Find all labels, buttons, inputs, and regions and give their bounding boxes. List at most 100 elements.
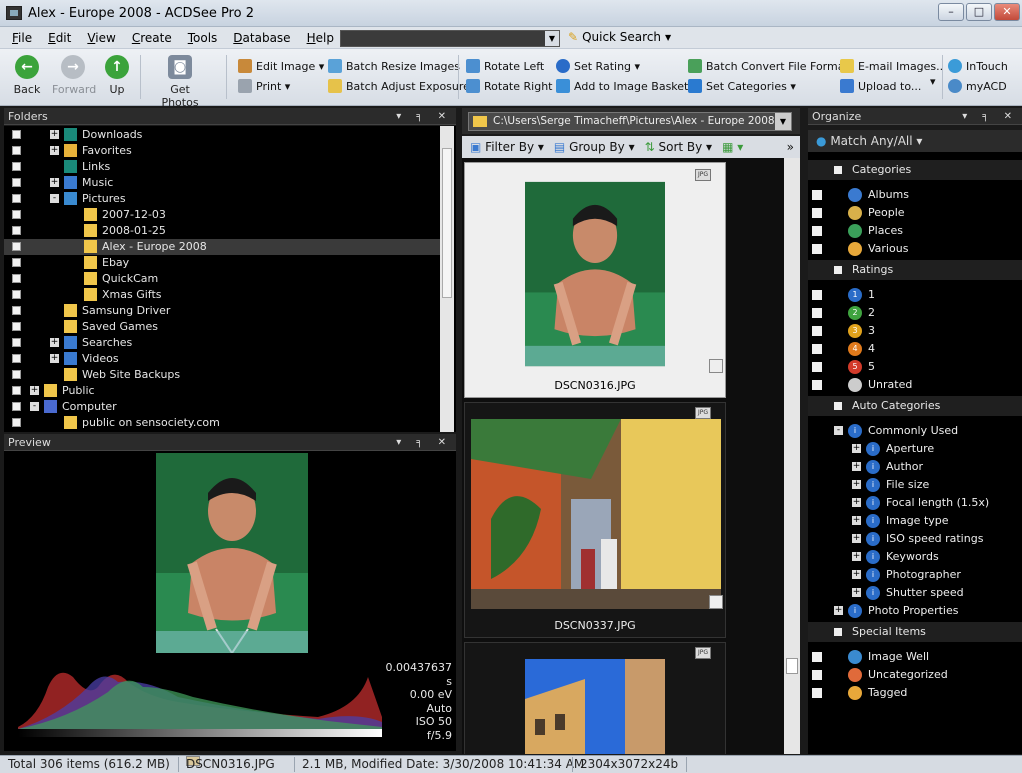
- chevron-down-icon[interactable]: ▼: [775, 113, 791, 130]
- rating-item[interactable]: 55: [808, 358, 1022, 376]
- folder-tree-item[interactable]: + Videos: [4, 351, 442, 367]
- expand-icon[interactable]: +: [852, 570, 861, 579]
- forward-button[interactable]: → Forward: [52, 55, 96, 96]
- rating-item[interactable]: 33: [808, 322, 1022, 340]
- folder-tree-item[interactable]: + Favorites: [4, 143, 442, 159]
- collapse-icon[interactable]: [834, 628, 842, 636]
- scroll-thumb[interactable]: [786, 658, 798, 674]
- upload-button[interactable]: Upload to...: [840, 79, 921, 93]
- folder-checkbox[interactable]: [12, 178, 21, 187]
- folder-checkbox[interactable]: [12, 306, 21, 315]
- folder-checkbox[interactable]: [12, 402, 21, 411]
- rating-item[interactable]: 22: [808, 304, 1022, 322]
- more-options-icon[interactable]: »: [787, 140, 794, 154]
- folder-checkbox[interactable]: [12, 418, 21, 427]
- expand-icon[interactable]: +: [50, 338, 59, 347]
- menu-tools[interactable]: Tools: [188, 31, 218, 45]
- auto-category-item[interactable]: + i File size: [808, 476, 1022, 494]
- item-checkbox[interactable]: [812, 344, 822, 354]
- auto-category-item[interactable]: + i Image type: [808, 512, 1022, 530]
- folder-tree-item[interactable]: Ebay: [4, 255, 442, 271]
- item-checkbox[interactable]: [812, 244, 822, 254]
- folder-checkbox[interactable]: [12, 258, 21, 267]
- folder-tree-item[interactable]: - Pictures: [4, 191, 442, 207]
- select-checkbox[interactable]: [709, 359, 723, 373]
- rating-item[interactable]: 11: [808, 286, 1022, 304]
- batch-resize-button[interactable]: Batch Resize Images: [328, 59, 460, 73]
- folder-tree-item[interactable]: - Computer: [4, 399, 442, 415]
- toolbar-overflow[interactable]: ▾: [930, 75, 936, 88]
- get-photos-button[interactable]: ◙ Get Photos: [150, 55, 210, 109]
- thumbnail-item[interactable]: JPG DSCN0337.JPG: [464, 402, 726, 638]
- folder-checkbox[interactable]: [12, 354, 21, 363]
- myacd-button[interactable]: myACD: [948, 79, 1007, 93]
- group-by-button[interactable]: ▤ Group By ▾: [554, 140, 635, 154]
- folder-checkbox[interactable]: [12, 322, 21, 331]
- category-item[interactable]: Albums: [808, 186, 1022, 204]
- auto-categories-section[interactable]: Auto Categories: [808, 396, 1022, 416]
- folder-checkbox[interactable]: [12, 274, 21, 283]
- menu-edit[interactable]: Edit: [48, 31, 71, 45]
- collapse-icon[interactable]: -: [30, 402, 39, 411]
- menu-help[interactable]: Help: [307, 31, 334, 45]
- rotate-left-button[interactable]: Rotate Left: [466, 59, 544, 73]
- select-checkbox[interactable]: [709, 595, 723, 609]
- folder-tree-item[interactable]: + Downloads: [4, 127, 442, 143]
- folder-checkbox[interactable]: [12, 370, 21, 379]
- set-rating-button[interactable]: Set Rating ▾: [556, 59, 640, 73]
- folder-tree-item[interactable]: 2007-12-03: [4, 207, 442, 223]
- expand-icon[interactable]: +: [852, 534, 861, 543]
- up-button[interactable]: ↑ Up: [104, 55, 130, 96]
- folder-checkbox[interactable]: [12, 242, 21, 251]
- chevron-down-icon[interactable]: ▼: [545, 31, 559, 46]
- path-field[interactable]: C:\Users\Serge Timacheff\Pictures\Alex -…: [468, 112, 792, 131]
- menu-view[interactable]: View: [87, 31, 115, 45]
- special-items-section[interactable]: Special Items: [808, 622, 1022, 642]
- expand-icon[interactable]: +: [852, 588, 861, 597]
- folder-tree-item[interactable]: Web Site Backups: [4, 367, 442, 383]
- collapse-icon[interactable]: [834, 166, 842, 174]
- folder-tree-item[interactable]: 2008-01-25: [4, 223, 442, 239]
- expand-icon[interactable]: +: [50, 146, 59, 155]
- item-checkbox[interactable]: [812, 326, 822, 336]
- folder-tree-item[interactable]: + Public: [4, 383, 442, 399]
- auto-category-item[interactable]: + i Author: [808, 458, 1022, 476]
- folder-tree-item[interactable]: + Music: [4, 175, 442, 191]
- auto-category-item[interactable]: + i Photographer: [808, 566, 1022, 584]
- collapse-icon[interactable]: -: [50, 194, 59, 203]
- back-button[interactable]: ← Back: [10, 55, 44, 96]
- scroll-thumb[interactable]: [442, 148, 452, 298]
- folder-tree-item[interactable]: Alex - Europe 2008: [4, 239, 442, 255]
- folder-checkbox[interactable]: [12, 386, 21, 395]
- special-item[interactable]: Tagged: [808, 684, 1022, 702]
- expand-icon[interactable]: +: [852, 444, 861, 453]
- photo-properties-item[interactable]: + i Photo Properties: [808, 602, 1022, 620]
- folders-scrollbar[interactable]: [440, 126, 454, 432]
- batch-convert-button[interactable]: Batch Convert File Format: [688, 59, 849, 73]
- folder-checkbox[interactable]: [12, 146, 21, 155]
- collapse-icon[interactable]: -: [834, 426, 843, 435]
- menu-file[interactable]: File: [12, 31, 32, 45]
- filter-by-button[interactable]: ▣ Filter By ▾: [470, 140, 544, 154]
- expand-icon[interactable]: +: [852, 462, 861, 471]
- folder-tree-item[interactable]: Samsung Driver: [4, 303, 442, 319]
- item-checkbox[interactable]: [812, 308, 822, 318]
- expand-icon[interactable]: +: [852, 552, 861, 561]
- auto-category-item[interactable]: + i Focal length (1.5x): [808, 494, 1022, 512]
- collapse-icon[interactable]: [834, 266, 842, 274]
- thumbnail-item[interactable]: JPG DSCN0316.JPG: [464, 162, 726, 398]
- expand-icon[interactable]: +: [852, 498, 861, 507]
- commonly-used-item[interactable]: - i Commonly Used: [808, 422, 1022, 440]
- auto-category-item[interactable]: + i Aperture: [808, 440, 1022, 458]
- item-checkbox[interactable]: [812, 208, 822, 218]
- match-any-all[interactable]: ● Match Any/All ▾: [808, 130, 1022, 152]
- special-item[interactable]: Uncategorized: [808, 666, 1022, 684]
- special-item[interactable]: Image Well: [808, 648, 1022, 666]
- item-checkbox[interactable]: [812, 652, 822, 662]
- quick-search-button[interactable]: ✎ Quick Search ▼: [568, 30, 671, 44]
- auto-category-item[interactable]: + i Shutter speed: [808, 584, 1022, 602]
- item-checkbox[interactable]: [812, 688, 822, 698]
- batch-adjust-button[interactable]: Batch Adjust Exposure: [328, 79, 470, 93]
- pane-controls[interactable]: ▾ ╕ ✕: [962, 108, 1018, 125]
- folder-checkbox[interactable]: [12, 290, 21, 299]
